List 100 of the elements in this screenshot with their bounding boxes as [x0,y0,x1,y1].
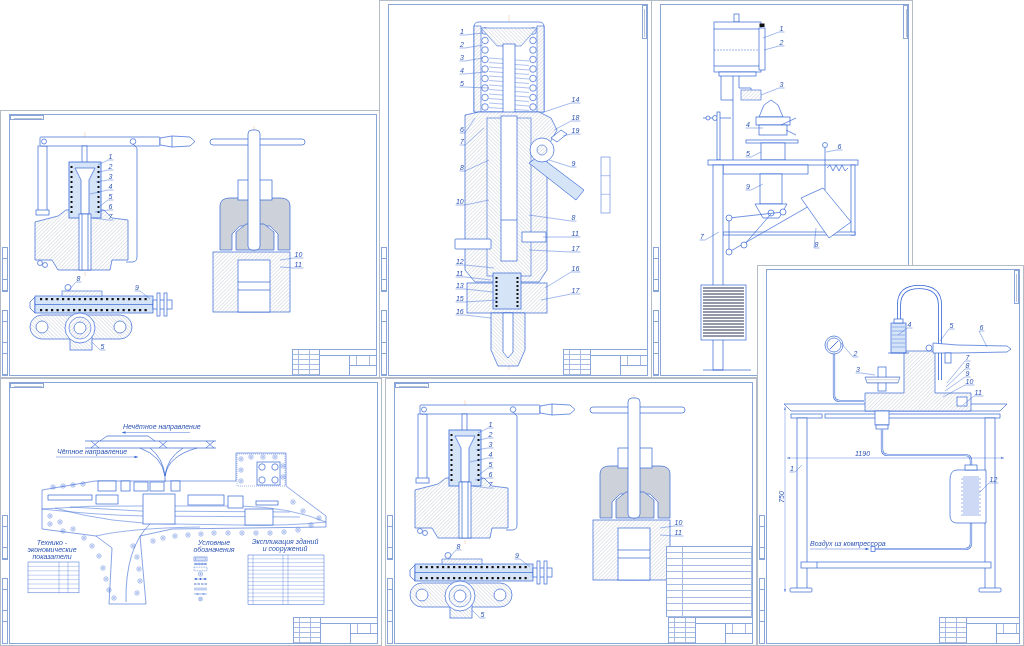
leader-line [279,257,304,261]
dashed-line-icon [193,583,208,585]
leader-line [459,32,484,36]
margin-stamp-frame [2,515,8,560]
leader-line [897,327,913,336]
building-outline [97,480,117,492]
leader-line [459,86,490,89]
tree-icon [300,508,306,514]
tree-icon [295,527,301,533]
leader-line [474,477,494,481]
leader-line [514,558,531,568]
signature-cells [564,350,591,375]
crossed-circle-icon [198,596,203,602]
tree-icon [103,576,109,582]
tree-icon [172,533,178,539]
tree-icon [248,454,254,460]
tree-icon [225,530,231,536]
leader-line [95,179,114,183]
tree-icon [211,530,217,536]
leader-line [459,44,484,49]
leader-line [447,549,462,560]
leader-line [855,372,876,376]
direction-arrow [121,431,191,434]
leader-line [659,534,684,537]
dotted-line-icon [193,578,208,580]
leader-line [89,189,114,195]
leader-line [479,467,494,475]
flow-arrow [809,547,870,551]
tree-icon [134,554,140,560]
leader-line [528,249,581,253]
tree-icon [50,484,56,490]
tree-icon [308,522,314,528]
leader-line [562,133,581,137]
tree-icon [130,543,136,549]
tree-icon [290,499,296,505]
tree-icon [47,513,53,519]
leader-line [528,214,577,222]
leader-line [762,31,785,39]
margin-stamp-frame [2,247,8,292]
sheet-info-cells [997,624,1019,634]
tree-icon [316,515,322,521]
cylinder-drawing [754,173,788,219]
tree-icon [198,531,204,537]
tree-icon [89,543,95,549]
signature-cells [294,618,321,643]
leader-line [548,159,577,168]
tree-icon [134,590,140,596]
leader-line [455,276,492,281]
leader-line [553,120,581,131]
margin-stamp-frame [2,578,8,644]
building-outline [47,494,93,501]
margin-stamp-frame [381,310,387,376]
leader-line [455,199,490,206]
tree-icon [238,478,244,484]
leader-line [745,127,764,129]
tree-icon [47,521,53,527]
tree-icon [81,535,87,541]
leader-line [92,217,114,221]
tree-icon [185,532,191,538]
fence-outline [236,453,286,487]
leader-line [840,342,859,358]
tree-icon [280,474,286,480]
tree-icon [80,481,86,487]
building-outline [255,500,279,506]
leader-line [472,485,494,489]
sheet-info-cells [621,356,647,366]
tree-icon [70,526,76,532]
hatched-line-icon [193,562,208,566]
tree-icon [281,529,287,535]
tree-icon [60,483,66,489]
tree-icon [70,482,76,488]
building-outline [187,494,225,506]
leader-line [459,159,490,172]
tree-icon [260,454,266,460]
tree-icon [238,467,244,473]
leader-line [94,209,114,213]
margin-stamp-frame [387,578,393,644]
leader-line [544,271,581,289]
margin-stamp-frame [2,310,8,376]
leader-line [455,314,492,319]
leader-line [477,427,494,434]
leader-line [813,227,820,249]
tree-icon [136,566,142,572]
leader-line [978,482,999,494]
leader-line [471,609,486,619]
leader-line [978,330,988,348]
leader-line [99,199,114,207]
leader-line [825,149,843,153]
dashed-rectangle-icon [193,566,208,572]
tree-icon [106,587,112,593]
leader-line [459,71,486,75]
stacked-plates-drawing [700,284,747,341]
spec-table [600,156,611,214]
crossed-line-icon [193,592,208,596]
margin-stamp-frame [653,310,659,376]
double-rectangle-icon [193,556,208,562]
building-outline [120,480,131,492]
leader-line [459,57,484,62]
margin-stamp-frame [653,247,659,292]
leader-line [543,102,581,113]
